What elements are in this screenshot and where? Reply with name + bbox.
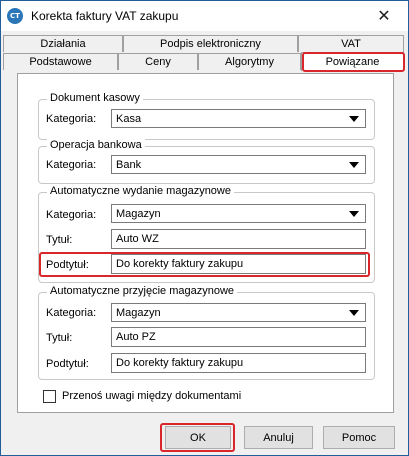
input-tytul-przyjecie[interactable]: Auto PZ bbox=[111, 327, 366, 347]
chevron-down-icon bbox=[349, 310, 359, 316]
input-tytul-wydanie[interactable]: Auto WZ bbox=[111, 229, 366, 249]
group-title-przyjecie: Automatyczne przyjęcie magazynowe bbox=[47, 285, 238, 297]
select-kategoria-kasa[interactable]: Kasa bbox=[111, 109, 366, 128]
group-title-dokument-kasowy: Dokument kasowy bbox=[47, 92, 143, 104]
label-kategoria-bank: Kategoria: bbox=[46, 159, 97, 171]
dialog-window: CT Korekta faktury VAT zakupu ✕ Działani… bbox=[0, 0, 409, 456]
chevron-down-icon bbox=[349, 116, 359, 122]
select-kategoria-bank-value: Bank bbox=[116, 158, 142, 171]
app-logo-icon: CT bbox=[7, 8, 23, 24]
tab-dzialania[interactable]: Działania bbox=[3, 35, 123, 52]
label-kategoria-przyjecie: Kategoria: bbox=[46, 307, 97, 319]
label-podtytul-przyjecie: Podtytuł: bbox=[46, 358, 89, 370]
tab-vat[interactable]: VAT bbox=[298, 35, 404, 52]
input-podtytul-przyjecie[interactable]: Do korekty faktury zakupu bbox=[111, 353, 366, 373]
tab-podstawowe[interactable]: Podstawowe bbox=[3, 53, 118, 70]
select-kategoria-przyjecie-value: Magazyn bbox=[116, 306, 161, 319]
cancel-button[interactable]: Anuluj bbox=[244, 426, 313, 449]
window-title: Korekta faktury VAT zakupu bbox=[31, 9, 179, 23]
tab-ceny[interactable]: Ceny bbox=[118, 53, 198, 70]
group-title-wydanie: Automatyczne wydanie magazynowe bbox=[47, 185, 234, 197]
select-kategoria-bank[interactable]: Bank bbox=[111, 155, 366, 174]
active-tab-highlight bbox=[302, 52, 405, 72]
checkbox-label-przenos-uwagi[interactable]: Przenoś uwagi między dokumentami bbox=[62, 390, 241, 402]
podtytul-highlight bbox=[39, 252, 370, 277]
label-tytul-wydanie: Tytuł: bbox=[46, 234, 73, 246]
label-kategoria-wydanie: Kategoria: bbox=[46, 209, 97, 221]
title-bar[interactable]: CT Korekta faktury VAT zakupu ✕ bbox=[1, 1, 408, 31]
select-kategoria-przyjecie[interactable]: Magazyn bbox=[111, 303, 366, 322]
tab-podpis-elektroniczny[interactable]: Podpis elektroniczny bbox=[123, 35, 298, 52]
chevron-down-icon bbox=[349, 162, 359, 168]
tab-algorytmy[interactable]: Algorytmy bbox=[198, 53, 301, 70]
label-tytul-przyjecie: Tytuł: bbox=[46, 332, 73, 344]
select-kategoria-kasa-value: Kasa bbox=[116, 112, 142, 125]
label-kategoria-kasa: Kategoria: bbox=[46, 113, 97, 125]
select-kategoria-wydanie-value: Magazyn bbox=[116, 207, 161, 220]
ok-button-highlight bbox=[160, 423, 235, 452]
select-kategoria-wydanie[interactable]: Magazyn bbox=[111, 204, 366, 223]
close-icon[interactable]: ✕ bbox=[364, 3, 404, 29]
chevron-down-icon bbox=[349, 211, 359, 217]
checkbox-przenos-uwagi[interactable] bbox=[43, 390, 56, 403]
help-button[interactable]: Pomoc bbox=[323, 426, 395, 449]
group-title-operacja-bankowa: Operacja bankowa bbox=[47, 139, 145, 151]
